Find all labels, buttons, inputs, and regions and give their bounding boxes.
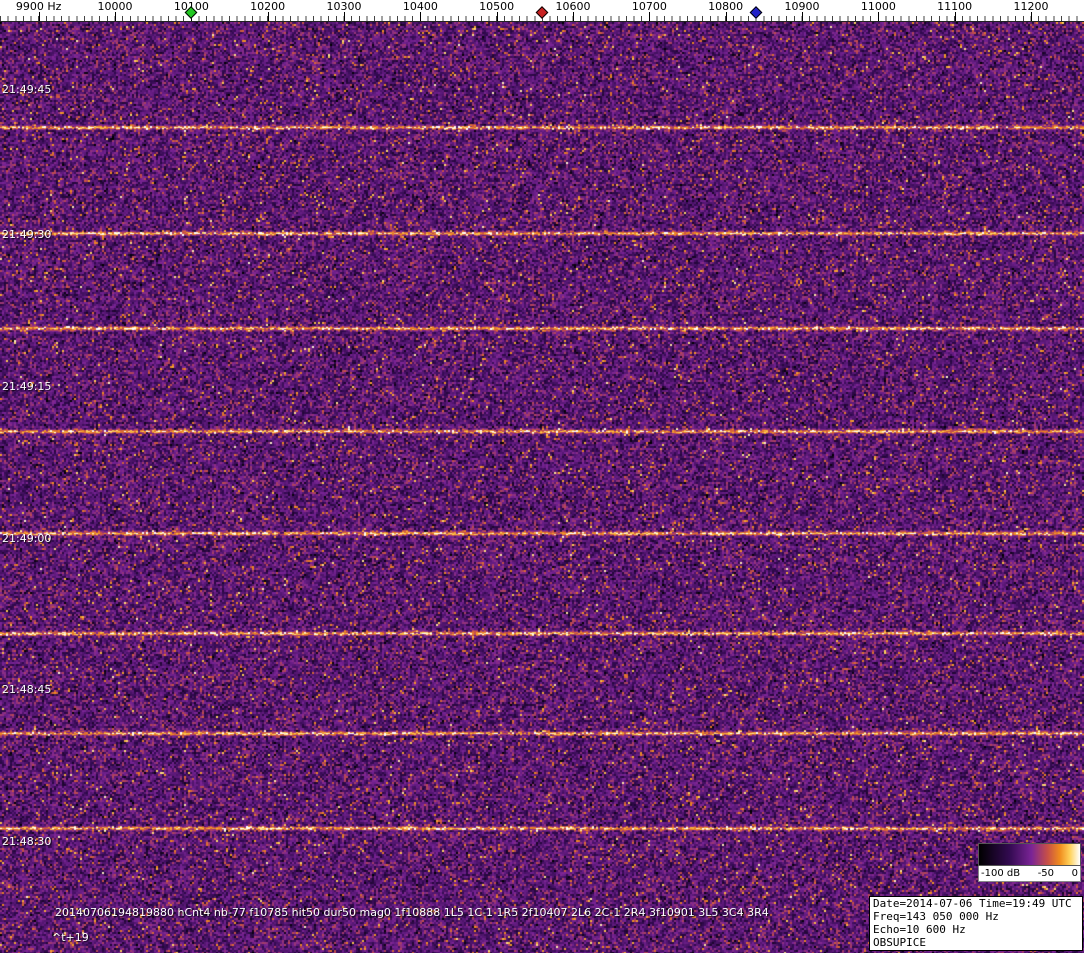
cursor-readout: ^t+19 — [52, 931, 89, 944]
frequency-ruler[interactable]: 9900 Hz100001010010200103001040010500106… — [0, 0, 1084, 22]
time-label: 21:48:30 — [2, 836, 51, 848]
info-freq-line: Freq=143 050 000 Hz — [873, 910, 1079, 923]
color-gradient-bar — [978, 843, 1081, 866]
ruler-major-tick — [802, 12, 803, 21]
time-label: 21:49:30 — [2, 229, 51, 241]
ruler-major-tick — [649, 12, 650, 21]
ruler-major-tick — [878, 12, 879, 21]
info-date-line: Date=2014-07-06 Time=19:49 UTC — [873, 897, 1079, 910]
ruler-major-tick — [39, 12, 40, 21]
ruler-major-tick — [497, 12, 498, 21]
time-label: 21:49:45 — [2, 84, 51, 96]
time-label: 21:49:15 — [2, 381, 51, 393]
color-scale-labels: -100 dB -50 0 — [978, 866, 1081, 882]
color-scale-legend: -100 dB -50 0 — [978, 843, 1081, 882]
ruler-major-tick — [268, 12, 269, 21]
ruler-major-tick — [115, 12, 116, 21]
spectrogram-canvas[interactable] — [0, 22, 1084, 953]
time-label: 21:49:00 — [2, 533, 51, 545]
detection-status-line: 20140706194819880 hCnt4 nb-77 f10785 hit… — [55, 906, 769, 919]
ruler-major-tick — [955, 12, 956, 21]
info-echo-line: Echo=10 600 Hz — [873, 923, 1079, 936]
ruler-major-tick — [420, 12, 421, 21]
observation-info-box: Date=2014-07-06 Time=19:49 UTC Freq=143 … — [869, 896, 1083, 951]
legend-max-label: 0 — [1072, 868, 1078, 879]
ruler-major-tick — [1031, 12, 1032, 21]
legend-mid-label: -50 — [1038, 868, 1054, 879]
info-observer-line: OBSUPICE — [873, 936, 1079, 949]
time-label: 21:48:45 — [2, 684, 51, 696]
legend-min-label: -100 dB — [981, 868, 1020, 879]
ruler-major-tick — [344, 12, 345, 21]
meteor-spectrogram-app: 9900 Hz100001010010200103001040010500106… — [0, 0, 1084, 953]
ruler-major-tick — [573, 12, 574, 21]
ruler-major-tick — [726, 12, 727, 21]
